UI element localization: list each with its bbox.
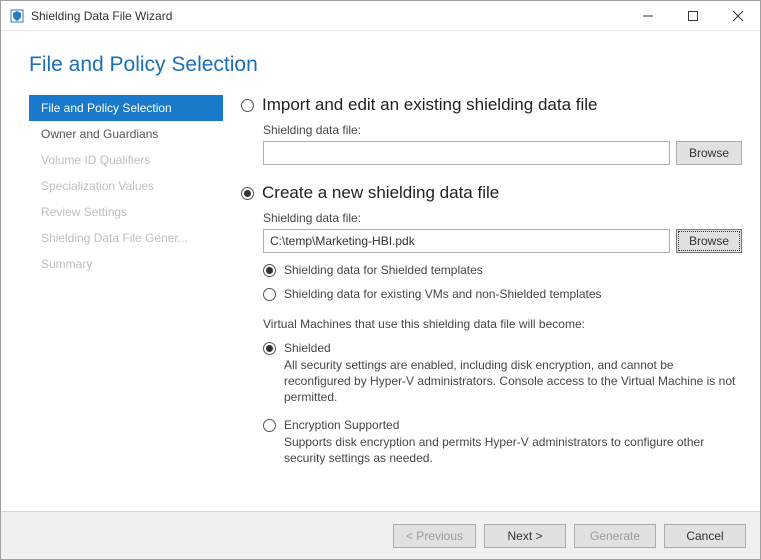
radio-mode-shielded[interactable]: Shielded bbox=[263, 341, 742, 355]
app-icon bbox=[9, 8, 25, 24]
create-browse-button[interactable]: Browse bbox=[676, 229, 742, 253]
sidebar: File and Policy Selection Owner and Guar… bbox=[29, 95, 223, 511]
sidebar-item-summary: Summary bbox=[29, 251, 223, 277]
sidebar-item-volume-id: Volume ID Qualifiers bbox=[29, 147, 223, 173]
option-import: Import and edit an existing shielding da… bbox=[241, 95, 742, 165]
minimize-button[interactable] bbox=[625, 1, 670, 30]
import-browse-button[interactable]: Browse bbox=[676, 141, 742, 165]
sidebar-item-file-policy[interactable]: File and Policy Selection bbox=[29, 95, 223, 121]
radio-create[interactable]: Create a new shielding data file bbox=[241, 183, 742, 203]
radio-icon bbox=[241, 99, 254, 112]
radio-mode-encryption-supported[interactable]: Encryption Supported bbox=[263, 418, 742, 432]
option-create: Create a new shielding data file Shieldi… bbox=[241, 183, 742, 466]
sidebar-item-specialization: Specialization Values bbox=[29, 173, 223, 199]
radio-template-shielded[interactable]: Shielding data for Shielded templates bbox=[263, 263, 742, 277]
mode-encsup-desc: Supports disk encryption and permits Hyp… bbox=[284, 434, 742, 466]
radio-icon bbox=[263, 342, 276, 355]
close-button[interactable] bbox=[715, 1, 760, 30]
option-create-heading: Create a new shielding data file bbox=[262, 183, 499, 203]
mode-intro: Virtual Machines that use this shielding… bbox=[263, 317, 742, 331]
generate-button[interactable]: Generate bbox=[574, 524, 656, 548]
create-field-label: Shielding data file: bbox=[263, 211, 742, 225]
radio-icon bbox=[263, 264, 276, 277]
cancel-button[interactable]: Cancel bbox=[664, 524, 746, 548]
main-area: File and Policy Selection Owner and Guar… bbox=[1, 95, 760, 511]
radio-icon bbox=[263, 288, 276, 301]
sidebar-item-generation: Shielding Data File Gener... bbox=[29, 225, 223, 251]
window-title: Shielding Data File Wizard bbox=[31, 9, 172, 23]
page-title: File and Policy Selection bbox=[1, 31, 760, 95]
maximize-button[interactable] bbox=[670, 1, 715, 30]
footer: < Previous Next > Generate Cancel bbox=[1, 511, 760, 559]
import-path-input[interactable] bbox=[263, 141, 670, 165]
radio-icon bbox=[263, 419, 276, 432]
radio-icon bbox=[241, 187, 254, 200]
sidebar-item-review: Review Settings bbox=[29, 199, 223, 225]
previous-button[interactable]: < Previous bbox=[393, 524, 476, 548]
content: File and Policy Selection File and Polic… bbox=[1, 31, 760, 511]
create-path-input[interactable] bbox=[263, 229, 670, 253]
radio-import[interactable]: Import and edit an existing shielding da… bbox=[241, 95, 742, 115]
settings-pane: Import and edit an existing shielding da… bbox=[223, 95, 742, 511]
titlebar: Shielding Data File Wizard bbox=[1, 1, 760, 31]
next-button[interactable]: Next > bbox=[484, 524, 566, 548]
sidebar-item-owner-guardians[interactable]: Owner and Guardians bbox=[29, 121, 223, 147]
import-field-label: Shielding data file: bbox=[263, 123, 742, 137]
window-controls bbox=[625, 1, 760, 30]
mode-shielded-desc: All security settings are enabled, inclu… bbox=[284, 357, 742, 406]
radio-template-existing[interactable]: Shielding data for existing VMs and non-… bbox=[263, 287, 742, 301]
option-import-heading: Import and edit an existing shielding da… bbox=[262, 95, 597, 115]
